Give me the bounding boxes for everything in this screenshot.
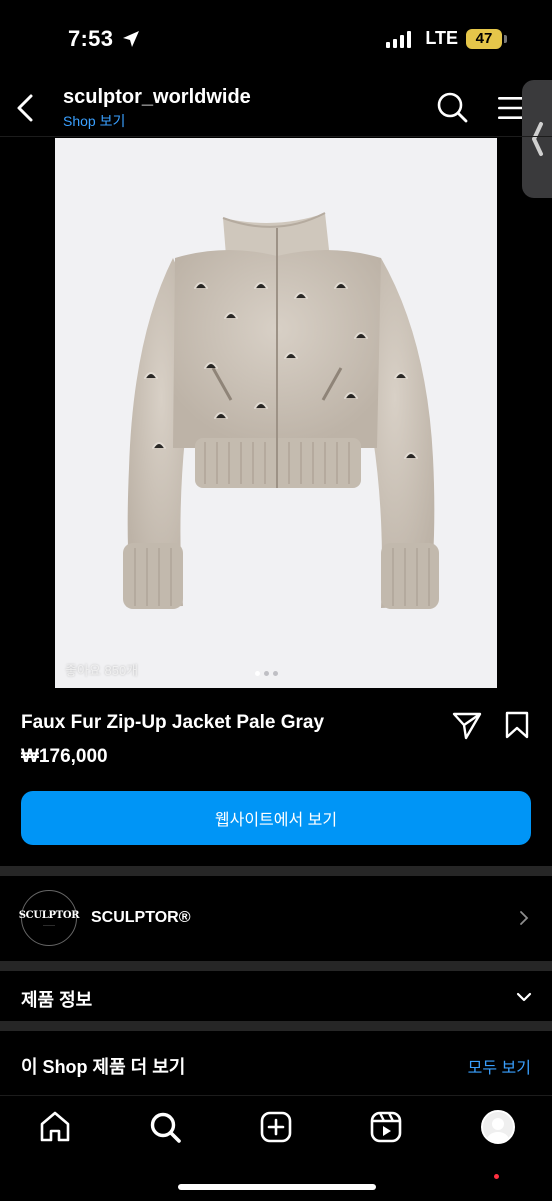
chevron-down-icon[interactable] xyxy=(514,987,534,1007)
battery-icon: 47 xyxy=(466,28,507,49)
header-divider xyxy=(0,136,552,137)
battery-level: 47 xyxy=(475,30,493,47)
product-price: ₩176,000 xyxy=(21,746,108,767)
notification-dot xyxy=(494,1174,499,1179)
profile-avatar[interactable] xyxy=(481,1110,515,1144)
product-title: Faux Fur Zip-Up Jacket Pale Gray xyxy=(21,712,325,733)
side-panel-tab[interactable] xyxy=(522,80,552,198)
carousel-dot xyxy=(264,671,269,676)
default-avatar-icon xyxy=(483,1112,513,1142)
status-indicators: LTE 47 xyxy=(386,28,507,49)
brand-logo-underline: ——— xyxy=(43,921,55,927)
brand-logo-text: SCULPTOR xyxy=(18,909,80,921)
view-website-button[interactable]: 웹사이트에서 보기 xyxy=(21,791,531,845)
network-label: LTE xyxy=(425,28,458,48)
carousel-dots xyxy=(255,671,278,676)
reels-icon[interactable] xyxy=(369,1110,403,1144)
chevron-left-icon xyxy=(532,122,543,156)
search-icon[interactable] xyxy=(435,90,469,124)
bookmark-icon[interactable] xyxy=(503,710,531,740)
brand-name[interactable]: SCULPTOR® xyxy=(91,909,191,927)
product-image[interactable] xyxy=(55,138,497,688)
carousel-dot xyxy=(273,671,278,676)
home-indicator[interactable] xyxy=(178,1184,376,1190)
plus-square-icon[interactable] xyxy=(259,1110,293,1144)
fur-jacket-image xyxy=(55,138,497,688)
carousel-dot xyxy=(255,671,260,676)
brand-logo[interactable]: SCULPTOR ——— xyxy=(18,890,80,946)
section-divider xyxy=(0,1021,552,1031)
section-divider xyxy=(0,866,552,876)
account-name[interactable]: sculptor_worldwide xyxy=(63,86,251,109)
home-icon[interactable] xyxy=(38,1110,72,1144)
product-info-header[interactable]: 제품 정보 xyxy=(21,986,92,1012)
shop-link[interactable]: Shop 보기 xyxy=(63,111,125,131)
back-button[interactable] xyxy=(10,90,40,126)
explore-search-icon[interactable] xyxy=(148,1110,182,1144)
likes-count[interactable]: 좋아요 850개 xyxy=(65,660,138,679)
see-all-link[interactable]: 모두 보기 xyxy=(468,1054,531,1078)
section-divider xyxy=(0,961,552,971)
chevron-right-icon[interactable] xyxy=(517,909,531,927)
status-time: 7:53 xyxy=(68,26,114,51)
send-icon[interactable] xyxy=(452,710,482,740)
more-from-shop-title: 이 Shop 제품 더 보기 xyxy=(21,1057,186,1077)
location-arrow-icon xyxy=(123,31,139,47)
signal-icon xyxy=(386,30,412,48)
